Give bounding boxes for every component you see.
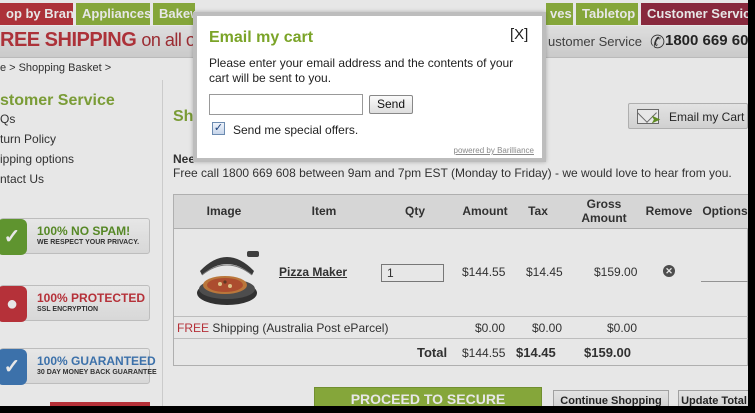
- powered-by-link[interactable]: powered by Barilliance: [454, 146, 535, 155]
- send-button[interactable]: Send: [369, 95, 413, 114]
- dialog-description: Please enter your email address and the …: [209, 56, 514, 85]
- page: op by Brand Appliances Bakew ves Tableto…: [0, 0, 748, 406]
- email-field[interactable]: [209, 94, 363, 115]
- email-cart-dialog: Email my cart [X] Please enter your emai…: [193, 12, 546, 162]
- special-offers-label: Send me special offers.: [233, 123, 359, 137]
- dialog-title: Email my cart: [209, 29, 314, 46]
- special-offers-checkbox[interactable]: ✓: [212, 122, 225, 135]
- close-button[interactable]: [X]: [510, 26, 528, 43]
